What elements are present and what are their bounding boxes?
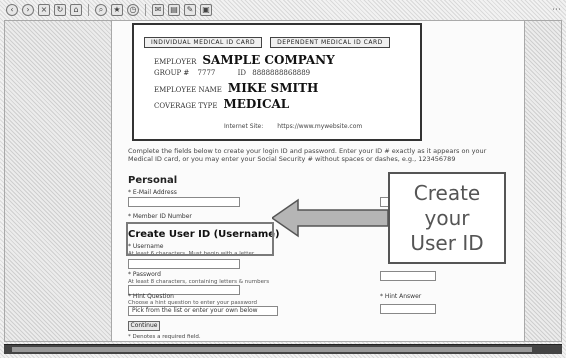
card-footer-label: Internet Site: (224, 123, 264, 130)
required-footnote: * Denotes a required field. (128, 334, 201, 340)
horizontal-scrollbar[interactable] (4, 344, 562, 354)
member-id-label: * Member ID Number (128, 213, 192, 220)
medical-id-card: INDIVIDUAL MEDICAL ID CARD DEPENDENT MED… (132, 23, 422, 141)
refresh-icon[interactable]: ↻ (54, 4, 66, 16)
home-icon[interactable]: ⌂ (70, 4, 82, 16)
card-footer: Internet Site: https://www.mywebsite.com (224, 123, 362, 130)
callout-text: Create your User ID (410, 180, 484, 255)
scrollbar-thumb[interactable] (12, 347, 532, 352)
email-field[interactable] (128, 197, 240, 207)
confirm-password-field[interactable] (380, 271, 436, 281)
left-margin (4, 20, 112, 342)
favorites-icon[interactable]: ★ (111, 4, 123, 16)
toolbar-overflow-icon[interactable]: ⋯ (552, 5, 562, 15)
hint-answer-field[interactable] (380, 304, 436, 314)
password-label: * Password (128, 271, 161, 278)
mail-icon[interactable]: ✉ (152, 4, 164, 16)
edit-icon[interactable]: ✎ (184, 4, 196, 16)
continue-button[interactable]: Continue (128, 321, 160, 331)
card-employee-label: EMPLOYEE NAME (154, 86, 222, 94)
card-employee-value: MIKE SMITH (227, 81, 319, 95)
card-id-value: 8888888868889 (252, 69, 311, 77)
hint-question-value: Pick from the list or enter your own bel… (132, 307, 258, 314)
back-icon[interactable]: ‹ (6, 4, 18, 16)
username-field[interactable] (128, 259, 240, 269)
card-coverage-value: MEDICAL (223, 97, 290, 111)
card-id-label: ID (237, 69, 246, 77)
card-employer-label: EMPLOYER (154, 58, 197, 66)
card-coverage-row: COVERAGE TYPE MEDICAL (154, 97, 289, 111)
card-group-row: GROUP # 7777 ID 8888888868889 (154, 69, 310, 77)
email-label: * E-Mail Address (128, 189, 177, 196)
toolbar-separator (88, 4, 89, 16)
card-footer-url: https://www.mywebsite.com (277, 123, 363, 130)
print-icon[interactable]: ▤ (168, 4, 180, 16)
card-employee-row: EMPLOYEE NAME MIKE SMITH (154, 81, 318, 95)
card-tab-individual: INDIVIDUAL MEDICAL ID CARD (144, 37, 263, 48)
card-group-value: 7777 (197, 69, 216, 77)
instructions-text: Complete the fields below to create your… (128, 147, 487, 163)
forward-icon[interactable]: › (22, 4, 34, 16)
hint-answer-label: * Hint Answer (380, 293, 422, 300)
hint-question-select[interactable]: Pick from the list or enter your own bel… (128, 306, 278, 316)
card-tab-dependent: DEPENDENT MEDICAL ID CARD (270, 37, 390, 48)
toolbar-separator (145, 4, 146, 16)
personal-heading: Personal (128, 175, 178, 186)
create-user-id-highlight (126, 222, 274, 256)
create-user-id-callout: Create your User ID (388, 172, 506, 264)
card-coverage-label: COVERAGE TYPE (154, 102, 218, 110)
browser-toolbar: ‹ › × ↻ ⌂ ⌕ ★ ◷ ✉ ▤ ✎ ▣ ⋯ (4, 2, 562, 18)
card-group-label: GROUP # (154, 69, 190, 77)
stop-icon[interactable]: × (38, 4, 50, 16)
discuss-icon[interactable]: ▣ (200, 4, 212, 16)
right-margin (524, 20, 562, 342)
hint-question-label: * Hint Question (128, 293, 174, 300)
search-icon[interactable]: ⌕ (95, 4, 107, 16)
history-icon[interactable]: ◷ (127, 4, 139, 16)
card-employer-row: EMPLOYER SAMPLE COMPANY (154, 53, 335, 67)
card-employer-value: SAMPLE COMPANY (202, 53, 335, 67)
pointer-arrow-icon (272, 198, 388, 238)
